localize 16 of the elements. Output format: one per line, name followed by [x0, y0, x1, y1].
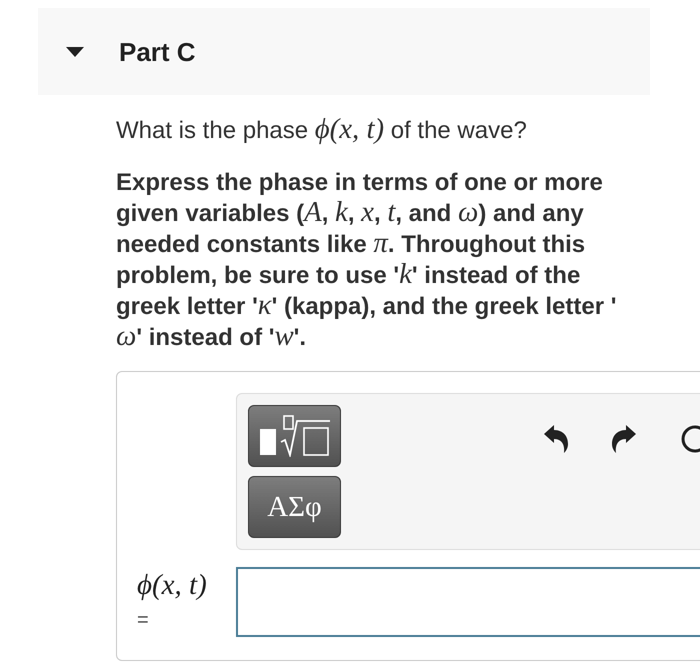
part-title: Part C	[119, 36, 196, 68]
template-button[interactable]	[248, 405, 341, 467]
undo-icon	[544, 425, 568, 453]
question-text: What is the phase ϕ(x, t) of the wave?	[116, 115, 528, 146]
refresh-icon	[680, 425, 700, 453]
instructions-text: Express the phase in terms of one or more given variables (A, k, x, t, and ω) and any needed constants like π. Throughout this problem, be sure to use 'k' instead of the greek letter 'κ' (kappa), and the greek letter ' ω' instead of 'w'.	[116, 168, 618, 353]
redo-button[interactable]	[612, 425, 636, 453]
part-header[interactable]: Part C	[38, 8, 650, 95]
answer-label: ϕ(x, t)	[137, 568, 208, 603]
answer-input-field[interactable]	[236, 567, 700, 637]
greek-letters-button[interactable]: ΑΣφ	[248, 476, 341, 538]
equals-sign: =	[137, 609, 150, 631]
radical-template-icon	[258, 415, 330, 457]
redo-icon	[612, 425, 636, 453]
reset-button[interactable]	[680, 425, 700, 453]
undo-button[interactable]	[544, 425, 568, 453]
